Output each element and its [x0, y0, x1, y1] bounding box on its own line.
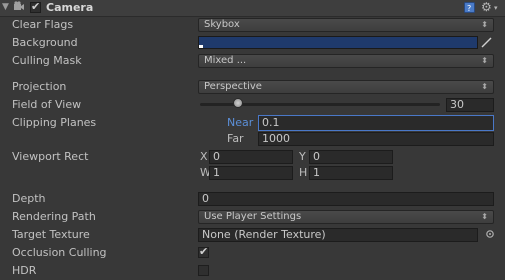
depth-field[interactable]: 0	[198, 192, 494, 206]
eyedropper-icon[interactable]	[481, 36, 493, 51]
hdr-label: HDR	[12, 264, 37, 277]
near-label: Near	[227, 116, 254, 129]
culling-mask-dropdown[interactable]: Mixed ... ⬍	[198, 54, 494, 68]
viewport-y-field[interactable]: 0	[309, 150, 393, 164]
viewport-x-label: X	[200, 150, 208, 163]
projection-label: Projection	[12, 80, 67, 93]
rendering-path-value: Use Player Settings	[204, 211, 302, 222]
far-label: Far	[227, 132, 244, 145]
target-texture-field[interactable]: None (Render Texture)	[198, 228, 478, 242]
background-label: Background	[12, 36, 78, 49]
viewport-w-field[interactable]: 1	[209, 166, 293, 180]
checkmark-icon: ✔	[31, 0, 41, 13]
clipping-planes-label: Clipping Planes	[12, 116, 97, 129]
object-picker-icon[interactable]	[485, 229, 495, 242]
hdr-checkbox[interactable]	[198, 265, 209, 276]
dropdown-arrow-icon: ⬍	[481, 20, 488, 29]
culling-mask-label: Culling Mask	[12, 54, 82, 67]
viewport-rect-label: Viewport Rect	[12, 150, 89, 163]
rendering-path-label: Rendering Path	[12, 210, 96, 223]
projection-dropdown[interactable]: Perspective ⬍	[198, 80, 494, 94]
component-title: Camera	[46, 1, 94, 14]
dropdown-arrow-icon: ⬍	[481, 82, 488, 91]
background-color-swatch[interactable]	[198, 36, 478, 49]
dropdown-arrow-icon: ⬍	[481, 56, 488, 65]
alpha-bar	[199, 45, 203, 48]
viewport-y-label: Y	[299, 150, 306, 163]
component-enabled-checkbox[interactable]: ✔	[30, 0, 41, 13]
triangle-down-icon[interactable]: ▼	[2, 2, 9, 12]
target-texture-label: Target Texture	[12, 228, 90, 241]
dropdown-arrow-icon: ⬍	[481, 212, 488, 221]
occlusion-culling-checkbox[interactable]: ✔	[198, 245, 209, 258]
dropdown-small-icon[interactable]: ▾	[494, 4, 498, 12]
viewport-h-label: H	[299, 166, 308, 179]
field-of-view-label: Field of View	[12, 98, 82, 111]
viewport-h-field[interactable]: 1	[309, 166, 393, 180]
far-field[interactable]: 1000	[258, 132, 494, 146]
near-field[interactable]: 0.1	[258, 115, 494, 131]
checkmark-icon: ✔	[199, 245, 209, 258]
depth-label: Depth	[12, 192, 46, 205]
camera-icon	[13, 1, 25, 16]
viewport-x-field[interactable]: 0	[209, 150, 293, 164]
rendering-path-dropdown[interactable]: Use Player Settings ⬍	[198, 210, 494, 224]
clear-flags-value: Skybox	[204, 19, 240, 30]
culling-mask-value: Mixed ...	[204, 55, 247, 66]
svg-text:?: ?	[467, 4, 471, 13]
fov-value-field[interactable]: 30	[446, 98, 494, 112]
fov-slider-thumb[interactable]	[233, 98, 243, 108]
clear-flags-dropdown[interactable]: Skybox ⬍	[198, 18, 494, 32]
book-help-icon[interactable]: ?	[464, 2, 475, 16]
occlusion-culling-label: Occlusion Culling	[12, 246, 107, 259]
clear-flags-label: Clear Flags	[12, 18, 74, 31]
gear-icon[interactable]: ⚙	[481, 0, 492, 14]
projection-value: Perspective	[204, 81, 262, 92]
